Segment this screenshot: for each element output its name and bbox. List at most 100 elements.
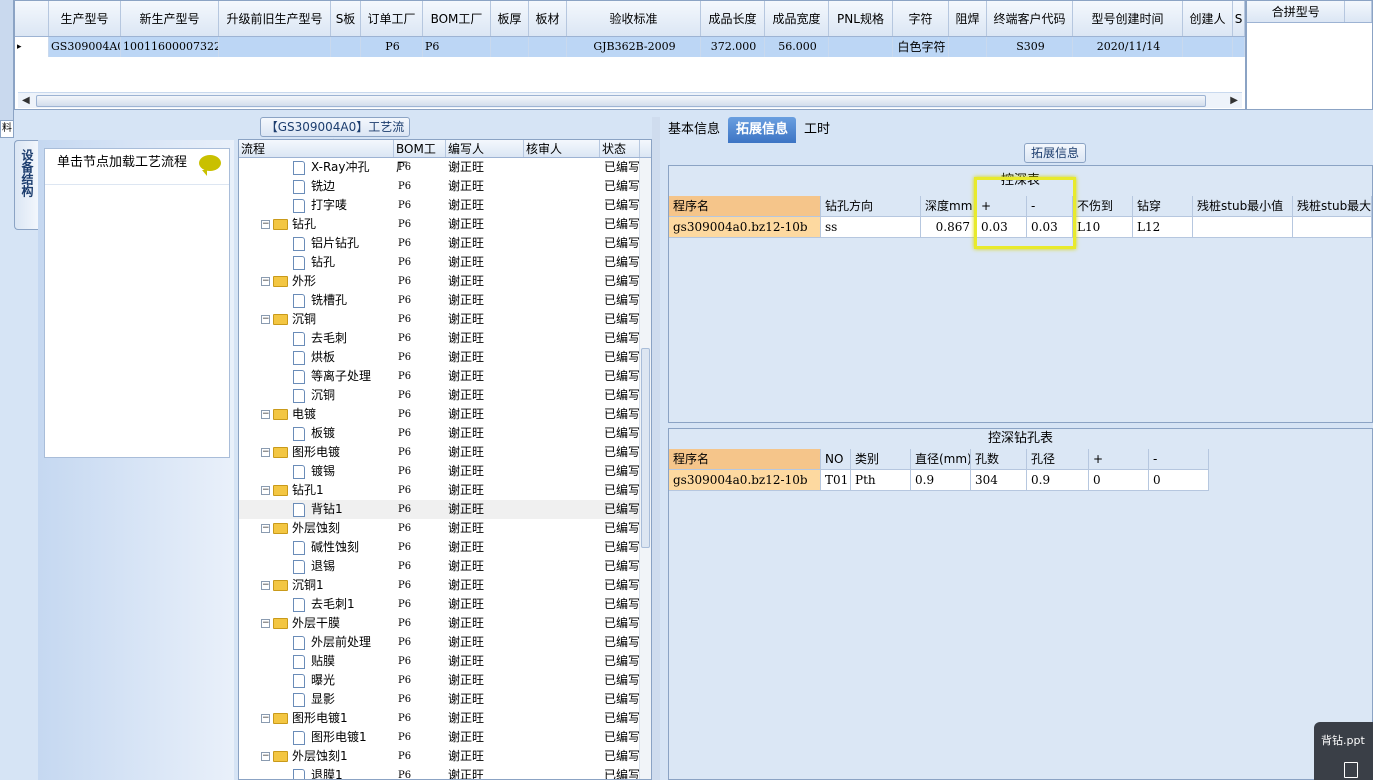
process-tree-row[interactable]: 贴膜 P6 谢正旺 已编写 xyxy=(239,652,651,671)
process-tree-row[interactable]: − 外层蚀刻 P6 谢正旺 已编写 xyxy=(239,519,651,538)
author-cell[interactable]: 谢正旺 xyxy=(446,310,524,329)
cell[interactable]: ss xyxy=(821,217,921,238)
col-header[interactable]: 类别 xyxy=(851,449,911,470)
collapse-icon[interactable]: − xyxy=(261,448,270,457)
flow-cell[interactable]: − 图形电镀 xyxy=(239,443,394,462)
collapse-icon[interactable]: − xyxy=(261,524,270,533)
cell[interactable]: GJB362B-2009 xyxy=(567,37,701,57)
col-header[interactable]: 字符 xyxy=(893,1,949,36)
cell[interactable]: 56.000 xyxy=(765,37,829,57)
cell[interactable]: L10 xyxy=(1073,217,1133,238)
cell[interactable]: 0.9 xyxy=(1027,470,1089,491)
col-header[interactable]: + xyxy=(1089,449,1149,470)
bom-cell[interactable]: P6 xyxy=(394,386,446,405)
author-cell[interactable]: 谢正旺 xyxy=(446,177,524,196)
bom-cell[interactable]: P6 xyxy=(394,443,446,462)
flow-cell[interactable]: 去毛刺 xyxy=(239,329,394,348)
col-header[interactable]: 板厚 xyxy=(491,1,529,36)
process-tree-row[interactable]: 铣槽孔 P6 谢正旺 已编写 xyxy=(239,291,651,310)
flow-cell[interactable]: 贴膜 xyxy=(239,652,394,671)
process-tree-row[interactable]: 曝光 P6 谢正旺 已编写 xyxy=(239,671,651,690)
process-tree-row[interactable]: 显影 P6 谢正旺 已编写 xyxy=(239,690,651,709)
cell[interactable]: gs309004a0.bz12-10b xyxy=(669,217,821,238)
author-cell[interactable]: 谢正旺 xyxy=(446,462,524,481)
col-header[interactable]: 新生产型号 xyxy=(121,1,219,36)
flow-cell[interactable]: 去毛刺1 xyxy=(239,595,394,614)
author-cell[interactable]: 谢正旺 xyxy=(446,766,524,779)
process-tree-row[interactable]: − 沉铜1 P6 谢正旺 已编写 xyxy=(239,576,651,595)
col-header[interactable]: 生产型号 xyxy=(49,1,121,36)
author-cell[interactable]: 谢正旺 xyxy=(446,158,524,177)
cell[interactable] xyxy=(1193,217,1293,238)
reviewer-cell[interactable] xyxy=(524,253,604,272)
scroll-left-icon[interactable]: ◀ xyxy=(22,95,30,106)
col-header[interactable]: BOM工厂 xyxy=(423,1,491,36)
flow-cell[interactable]: 碱性蚀刻 xyxy=(239,538,394,557)
col-header[interactable]: 钻穿 xyxy=(1133,196,1193,217)
flow-cell[interactable]: 板镀 xyxy=(239,424,394,443)
flow-cell[interactable]: 退锡 xyxy=(239,557,394,576)
bom-cell[interactable]: P6 xyxy=(394,766,446,779)
cell[interactable]: gs309004a0.bz12-10b xyxy=(669,470,821,491)
status-cell[interactable]: 已编写 xyxy=(604,405,640,424)
col-header[interactable]: 程序名 xyxy=(669,196,821,217)
process-tree-row[interactable]: 铝片钻孔 P6 谢正旺 已编写 xyxy=(239,234,651,253)
process-tree-row[interactable]: 碱性蚀刻 P6 谢正旺 已编写 xyxy=(239,538,651,557)
scroll-right-icon[interactable]: ▶ xyxy=(1230,95,1238,106)
status-cell[interactable]: 已编写 xyxy=(604,367,640,386)
reviewer-cell[interactable] xyxy=(524,500,604,519)
author-cell[interactable]: 谢正旺 xyxy=(446,614,524,633)
flow-cell[interactable]: 退膜1 xyxy=(239,766,394,779)
author-cell[interactable]: 谢正旺 xyxy=(446,671,524,690)
flow-cell[interactable]: − 外形 xyxy=(239,272,394,291)
cell[interactable] xyxy=(1183,37,1233,57)
equipment-structure-tab[interactable]: 设备结构 xyxy=(14,140,40,230)
bom-cell[interactable]: P6 xyxy=(394,481,446,500)
flow-cell[interactable]: − 钻孔1 xyxy=(239,481,394,500)
reviewer-cell[interactable] xyxy=(524,519,604,538)
author-cell[interactable]: 谢正旺 xyxy=(446,652,524,671)
cell[interactable] xyxy=(1233,37,1245,57)
col-header[interactable]: 板材 xyxy=(529,1,567,36)
author-cell[interactable]: 谢正旺 xyxy=(446,291,524,310)
author-cell[interactable]: 谢正旺 xyxy=(446,215,524,234)
flow-cell[interactable]: 钻孔 xyxy=(239,253,394,272)
bom-cell[interactable]: P6 xyxy=(394,405,446,424)
status-cell[interactable]: 已编写 xyxy=(604,443,640,462)
collapse-icon[interactable]: − xyxy=(261,410,270,419)
status-cell[interactable]: 已编写 xyxy=(604,329,640,348)
reviewer-cell[interactable] xyxy=(524,310,604,329)
flow-cell[interactable]: − 图形电镀1 xyxy=(239,709,394,728)
status-cell[interactable]: 已编写 xyxy=(604,500,640,519)
bom-cell[interactable]: P6 xyxy=(394,652,446,671)
reviewer-cell[interactable] xyxy=(524,652,604,671)
col-header[interactable]: 深度mm xyxy=(921,196,977,217)
status-cell[interactable]: 已编写 xyxy=(604,747,640,766)
author-cell[interactable]: 谢正旺 xyxy=(446,538,524,557)
status-cell[interactable]: 已编写 xyxy=(604,462,640,481)
tab-work-hours[interactable]: 工时 xyxy=(796,117,838,143)
col-header[interactable]: 阻焊 xyxy=(949,1,987,36)
cell[interactable]: Pth xyxy=(851,470,911,491)
cell[interactable] xyxy=(529,37,567,57)
col-header[interactable]: NO xyxy=(821,449,851,470)
cell[interactable] xyxy=(949,37,987,57)
col-header-flow[interactable]: 流程 xyxy=(239,140,394,157)
bom-cell[interactable]: P6 xyxy=(394,747,446,766)
panel-splitter[interactable] xyxy=(652,117,660,780)
cell[interactable]: 2020/11/14 xyxy=(1073,37,1183,57)
bom-cell[interactable]: P6 xyxy=(394,709,446,728)
cell[interactable]: P6 xyxy=(423,37,491,57)
process-tree-row[interactable]: 去毛刺 P6 谢正旺 已编写 xyxy=(239,329,651,348)
bom-cell[interactable]: P6 xyxy=(394,614,446,633)
flow-cell[interactable]: − 钻孔 xyxy=(239,215,394,234)
cell[interactable]: 372.000 xyxy=(701,37,765,57)
process-tree-row[interactable]: X-Ray冲孔 P6 谢正旺 已编写 xyxy=(239,158,651,177)
col-header[interactable]: 终端客户代码 xyxy=(987,1,1073,36)
reviewer-cell[interactable] xyxy=(524,481,604,500)
file-toast[interactable]: 背钻.ppt xyxy=(1314,722,1373,780)
flow-cell[interactable]: − 外层蚀刻 xyxy=(239,519,394,538)
cell[interactable]: 10011600007322 xyxy=(121,37,219,57)
col-header[interactable]: 孔数 xyxy=(971,449,1027,470)
author-cell[interactable]: 谢正旺 xyxy=(446,424,524,443)
